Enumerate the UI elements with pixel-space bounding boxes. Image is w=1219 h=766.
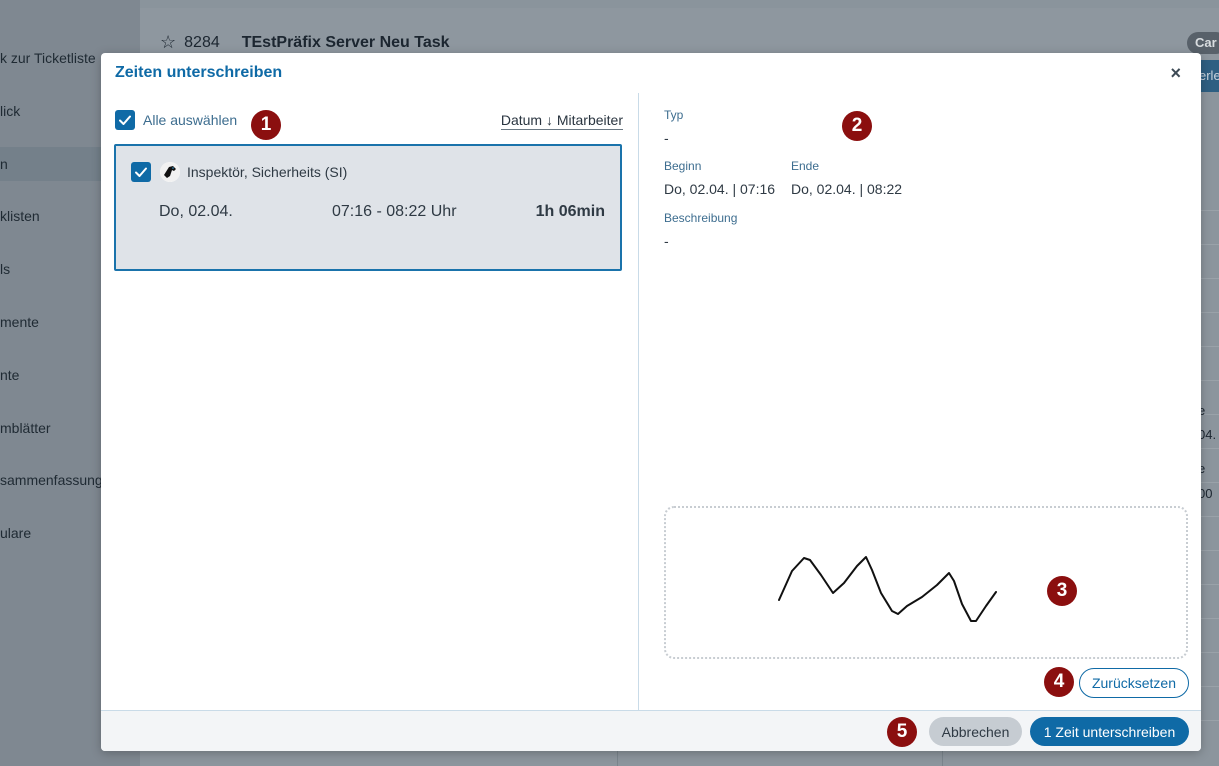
annotation-marker-3: 3 [1047, 576, 1077, 606]
entry-time-range: 07:16 - 08:22 Uhr [332, 203, 457, 220]
background-panel-divider [617, 750, 632, 766]
select-all-label: Alle auswählen [143, 112, 238, 128]
description-label: Beschreibung [664, 211, 738, 225]
bg-sidebar-item: nte [0, 367, 20, 383]
entry-duration: 1h 06min [535, 203, 605, 220]
ticket-number: 8284 [184, 33, 220, 51]
background-panel-divider [942, 750, 952, 766]
sign-submit-button[interactable]: 1 Zeit unterschreiben [1030, 717, 1189, 746]
end-label: Ende [791, 159, 820, 173]
select-all-checkbox[interactable]: Alle auswählen [115, 110, 237, 130]
type-value: - [664, 130, 669, 146]
checkbox-checked-icon [115, 110, 135, 130]
detail-pane: Typ - Beginn Do, 02.04. | 07:16 Ende Do,… [638, 93, 1201, 710]
dialog-footer: Abbrechen 1 Zeit unterschreiben [101, 710, 1201, 751]
bg-sidebar-item: k zur Ticketliste [0, 50, 96, 66]
end-value: Do, 02.04. | 08:22 [791, 181, 903, 197]
annotation-marker-1: 1 [251, 110, 281, 140]
background-table-lines [1200, 210, 1219, 754]
bg-sidebar-item: klisten [0, 208, 40, 224]
annotation-marker-2: 2 [842, 111, 872, 141]
time-entry-card[interactable]: Inspektör, Sicherheits (SI) Do, 02.04. 0… [114, 144, 622, 271]
signature-pad[interactable] [664, 506, 1188, 659]
begin-value: Do, 02.04. | 07:16 [664, 181, 776, 197]
dialog-header: Zeiten unterschreiben × [101, 53, 1201, 93]
reset-signature-button[interactable]: Zurücksetzen [1079, 668, 1189, 698]
close-button[interactable]: × [1170, 64, 1181, 82]
sort-toggle[interactable]: Datum ↓ Mitarbeiter [500, 112, 623, 130]
type-label: Typ [664, 108, 684, 122]
cancel-button[interactable]: Abbrechen [929, 717, 1022, 746]
signature-stroke [778, 556, 997, 622]
dialog-title: Zeiten unterschreiben [115, 64, 283, 81]
sign-times-dialog: Zeiten unterschreiben × Alle auswählen D… [101, 53, 1201, 751]
background-pill: Car [1187, 32, 1219, 54]
description-value: - [664, 233, 669, 249]
bg-sidebar-item: ls [0, 261, 11, 277]
annotation-marker-5: 5 [887, 717, 917, 747]
bg-sidebar-item: lick [0, 103, 21, 119]
star-icon: ☆ [160, 32, 177, 52]
begin-label: Beginn [664, 159, 702, 173]
bg-sidebar-item: mente [0, 314, 39, 330]
background-ticket-title: ☆ 8284 TEstPräfix Server Neu Task [160, 32, 450, 53]
bg-sidebar-item: ulare [0, 525, 32, 541]
bg-sidebar-item: mblätter [0, 420, 51, 436]
annotation-marker-4: 4 [1044, 667, 1074, 697]
entry-checkbox[interactable] [131, 162, 151, 182]
avatar [160, 162, 180, 182]
ticket-name: TEstPräfix Server Neu Task [241, 33, 450, 51]
bg-sidebar-item: sammenfassung [0, 472, 103, 488]
entry-date: Do, 02.04. [159, 203, 233, 220]
employee-name: Inspektör, Sicherheits (SI) [187, 164, 348, 180]
time-list-pane: Alle auswählen Datum ↓ Mitarbeiter Inspe… [101, 93, 638, 710]
